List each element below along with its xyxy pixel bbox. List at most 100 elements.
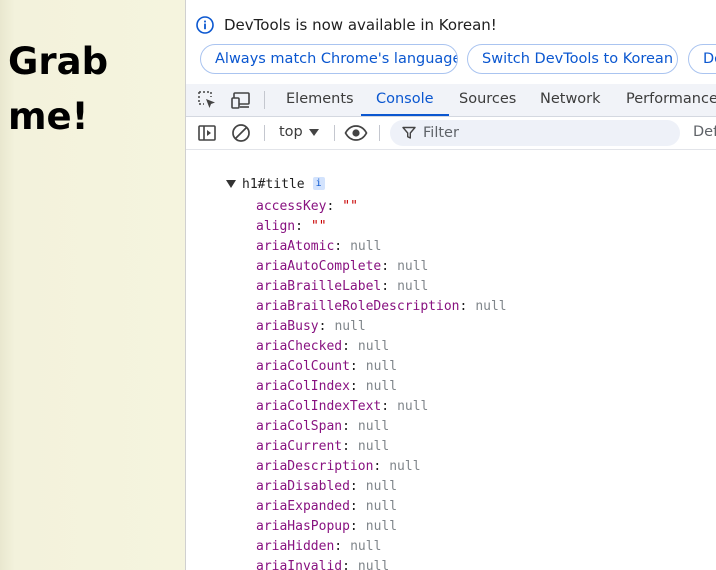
property-row[interactable]: ariaInvalid: null [256, 557, 507, 570]
property-name: ariaColIndexText [256, 399, 382, 414]
property-value: null [365, 519, 398, 534]
property-row[interactable]: ariaColIndex: null [256, 377, 507, 397]
page-heading[interactable]: Grab me! [8, 34, 178, 144]
property-name: ariaBrailleRoleDescription [256, 299, 460, 314]
dont-show-again-button[interactable]: Don't show again [688, 44, 716, 74]
property-colon: : [349, 379, 358, 394]
property-row[interactable]: align: "" [256, 217, 507, 237]
property-value: null [357, 439, 390, 454]
toolbar-divider [379, 125, 380, 141]
property-row[interactable]: ariaBrailleLabel: null [256, 277, 507, 297]
property-colon: : [326, 199, 335, 214]
filter-icon [402, 126, 416, 139]
property-value: null [397, 259, 429, 274]
property-value: null [397, 399, 429, 414]
filter-input[interactable] [423, 120, 663, 146]
property-row[interactable]: ariaColCount: null [256, 357, 507, 377]
property-value: null [350, 239, 382, 254]
property-row[interactable]: ariaExpanded: null [256, 497, 507, 517]
property-colon: : [373, 459, 382, 474]
property-value: "" [342, 199, 358, 214]
property-row[interactable]: ariaAutoComplete: null [256, 257, 507, 277]
property-colon: : [349, 359, 358, 374]
property-colon: : [342, 439, 350, 454]
property-name: ariaBrailleLabel [256, 279, 382, 294]
property-name: ariaInvalid [256, 559, 343, 570]
filter-box[interactable] [390, 120, 680, 146]
devtools-tabbar: Elements Console Sources Network Perform… [186, 84, 716, 117]
property-value: null [475, 299, 507, 314]
context-selector[interactable]: top [279, 117, 303, 149]
property-colon: : [349, 519, 358, 534]
log-levels-dropdown[interactable]: Default levels [693, 117, 716, 149]
property-value: "" [310, 219, 327, 234]
property-colon: : [349, 479, 358, 494]
property-row[interactable]: ariaColSpan: null [256, 417, 507, 437]
console-toolbar: top Default levels [186, 117, 716, 150]
property-colon: : [342, 339, 350, 354]
property-colon: : [318, 319, 327, 334]
property-row[interactable]: ariaBrailleRoleDescription: null [256, 297, 507, 317]
property-row[interactable]: accessKey: "" [256, 197, 507, 217]
property-value: null [389, 459, 421, 474]
property-row[interactable]: ariaBusy: null [256, 317, 507, 337]
property-name: ariaBusy [256, 319, 319, 334]
chevron-down-icon[interactable] [309, 129, 319, 137]
clear-console-icon[interactable] [230, 122, 252, 144]
info-icon [196, 16, 214, 34]
property-name: ariaChecked [256, 339, 343, 354]
property-row[interactable]: ariaColIndexText: null [256, 397, 507, 417]
expand-triangle-icon[interactable] [226, 179, 236, 188]
property-value: null [357, 559, 390, 570]
property-name: ariaColCount [256, 359, 350, 374]
property-name: ariaAtomic [256, 239, 335, 254]
property-name: align [256, 219, 296, 234]
property-name: ariaAutoComplete [256, 259, 382, 274]
property-row[interactable]: ariaAtomic: null [256, 237, 507, 257]
property-colon: : [342, 559, 350, 570]
property-colon: : [334, 539, 343, 554]
language-infobar: DevTools is now available in Korean! Alw… [186, 0, 716, 84]
property-colon: : [334, 239, 343, 254]
property-row[interactable]: ariaHasPopup: null [256, 517, 507, 537]
device-toolbar-icon[interactable] [230, 89, 252, 111]
tab-sources[interactable]: Sources [459, 84, 516, 116]
property-value: null [350, 539, 382, 554]
property-value: null [334, 319, 366, 334]
eye-icon[interactable] [344, 122, 368, 144]
property-name: ariaExpanded [256, 499, 350, 514]
property-value: null [357, 419, 390, 434]
tab-console[interactable]: Console [361, 84, 449, 116]
property-colon: : [381, 399, 390, 414]
property-colon: : [342, 419, 350, 434]
inspect-element-icon[interactable] [196, 89, 218, 111]
devtools-panel: DevTools is now available in Korean! Alw… [186, 0, 716, 570]
tab-performance[interactable]: Performance [626, 84, 716, 116]
object-header[interactable]: h1#title i [226, 177, 325, 193]
infobar-message: DevTools is now available in Korean! [224, 16, 497, 34]
property-row[interactable]: ariaCurrent: null [256, 437, 507, 457]
console-output[interactable]: h1#title i accessKey: "" align: "" ariaAtomic… [186, 150, 716, 570]
property-row[interactable]: ariaDescription: null [256, 457, 507, 477]
switch-to-korean-button[interactable]: Switch DevTools to Korean [467, 44, 678, 74]
info-badge[interactable]: i [312, 177, 325, 190]
sidebar-toggle-icon[interactable] [196, 122, 218, 144]
property-name: ariaColIndex [256, 379, 350, 394]
property-row[interactable]: ariaHidden: null [256, 537, 507, 557]
match-chrome-language-button[interactable]: Always match Chrome's language [200, 44, 458, 74]
property-colon: : [295, 219, 303, 234]
tabbar-divider [264, 91, 265, 109]
property-name: ariaHasPopup [256, 519, 350, 534]
property-value: null [357, 339, 390, 354]
property-value: null [365, 359, 398, 374]
property-colon: : [459, 299, 468, 314]
property-row[interactable]: ariaDisabled: null [256, 477, 507, 497]
property-row[interactable]: ariaChecked: null [256, 337, 507, 357]
object-label: h1#title [242, 177, 305, 192]
web-page: Grab me! [0, 0, 186, 570]
property-name: ariaColSpan [256, 419, 343, 434]
tab-elements[interactable]: Elements [286, 84, 354, 116]
property-name: ariaCurrent [256, 439, 343, 454]
tab-network[interactable]: Network [540, 84, 601, 116]
property-list: accessKey: "" align: "" ariaAtomic: null ariaA… [256, 197, 507, 570]
